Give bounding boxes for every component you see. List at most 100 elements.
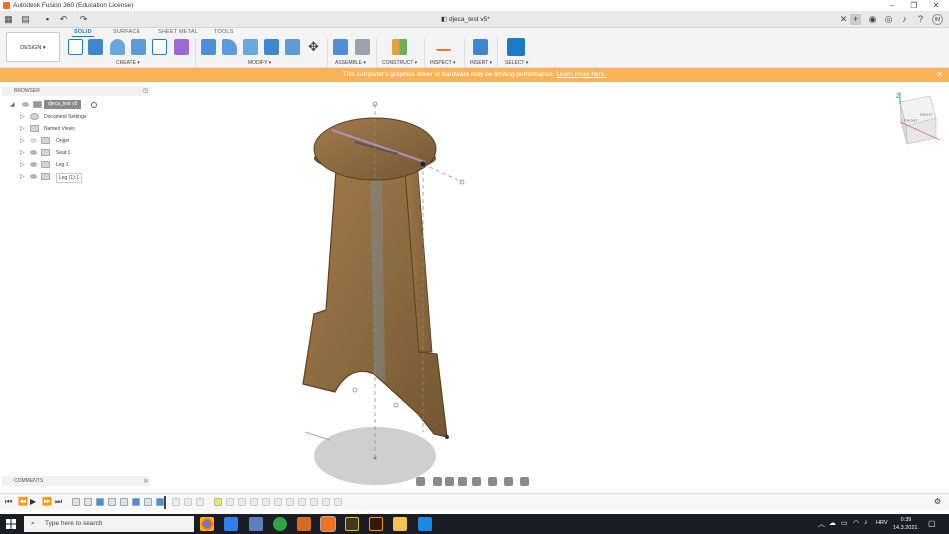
step-forward-icon[interactable]: ⏩ — [42, 497, 52, 507]
zoom-icon[interactable] — [458, 477, 467, 486]
browser-header[interactable]: BROWSER ◫ — [2, 87, 150, 96]
browser-item[interactable]: ▷ Leg:1 — [0, 160, 150, 170]
app-icon[interactable] — [249, 517, 263, 531]
close-button[interactable]: ✕ — [926, 0, 946, 11]
network-icon[interactable]: ▭ — [841, 519, 848, 527]
redo-icon[interactable]: ↷ — [78, 14, 89, 25]
app-icon[interactable] — [297, 517, 311, 531]
combine-icon[interactable] — [264, 39, 279, 55]
timeline-feature[interactable] — [274, 498, 282, 506]
expand-arrow-icon[interactable]: ▷ — [20, 172, 25, 182]
go-to-end-icon[interactable]: ⏭ — [55, 497, 62, 507]
visibility-eye-icon[interactable] — [30, 174, 37, 179]
visibility-eye-icon[interactable] — [30, 162, 37, 167]
construct-plane-icon[interactable] — [392, 39, 407, 55]
taskbar-search-input[interactable]: ⌕ Type here to search — [24, 516, 194, 532]
browser-item[interactable]: ▷ Origin — [0, 136, 150, 146]
split-body-icon[interactable] — [285, 39, 300, 55]
timeline-feature[interactable] — [250, 498, 258, 506]
insert-group-label[interactable]: INSERT ▾ — [470, 60, 492, 66]
move-icon[interactable]: ✥ — [306, 39, 321, 55]
select-icon[interactable] — [507, 38, 525, 56]
new-component-icon[interactable] — [333, 39, 348, 55]
minimize-button[interactable]: – — [882, 0, 902, 11]
visibility-eye-icon[interactable] — [30, 138, 37, 143]
expand-arrow-icon[interactable]: ▷ — [20, 160, 25, 170]
notifications-icon[interactable]: ♪ — [899, 14, 910, 25]
new-tab-icon[interactable]: + — [850, 14, 861, 25]
expand-arrow-icon[interactable]: ▷ — [20, 124, 25, 134]
tab-tools[interactable]: TOOLS — [214, 29, 234, 35]
play-icon[interactable]: ▶ — [30, 497, 36, 507]
extensions-icon[interactable]: ◉ — [867, 14, 878, 25]
windows-start-icon[interactable] — [6, 519, 16, 529]
display-settings-icon[interactable] — [488, 477, 497, 486]
visibility-eye-icon[interactable] — [22, 102, 29, 107]
browser-item[interactable]: ▷ Leg (1):1 — [0, 172, 150, 183]
save-icon[interactable]: ▪ — [42, 14, 53, 25]
timeline-feature[interactable] — [226, 498, 234, 506]
timeline-feature[interactable] — [144, 498, 152, 506]
collapse-arrow-icon[interactable]: ◢ — [10, 100, 15, 110]
assemble-group-label[interactable]: ASSEMBLE ▾ — [335, 60, 366, 66]
select-group-label[interactable]: SELECT ▾ — [505, 60, 528, 66]
expand-arrow-icon[interactable]: ▷ — [20, 148, 25, 158]
illustrator-icon[interactable] — [369, 517, 383, 531]
chrome-icon[interactable] — [200, 517, 214, 531]
timeline-marker[interactable] — [164, 496, 166, 509]
timeline-feature[interactable] — [108, 498, 116, 506]
learn-more-link[interactable]: Learn more here. — [556, 71, 606, 78]
look-at-icon[interactable] — [433, 477, 442, 486]
job-status-icon[interactable]: ◎ — [883, 14, 894, 25]
joint-icon[interactable] — [355, 39, 370, 55]
wifi-icon[interactable]: ◠ — [853, 519, 859, 527]
pin-icon[interactable]: ◫ — [143, 87, 148, 96]
mail-icon[interactable] — [418, 517, 432, 531]
timeline-feature[interactable] — [298, 498, 306, 506]
timeline-feature[interactable] — [96, 498, 104, 506]
timeline-feature[interactable] — [184, 498, 192, 506]
timeline-feature[interactable] — [322, 498, 330, 506]
press-pull-icon[interactable] — [201, 39, 216, 55]
timeline-settings-icon[interactable]: ⚙ — [934, 497, 941, 507]
close-tab-icon[interactable]: ✕ — [838, 14, 849, 25]
hole-icon[interactable] — [131, 39, 146, 55]
notification-center-icon[interactable]: ▢ — [928, 519, 936, 528]
insert-image-icon[interactable] — [473, 39, 488, 55]
fit-icon[interactable] — [472, 477, 481, 486]
close-icon[interactable]: ✕ — [936, 68, 943, 82]
app-icon[interactable] — [273, 517, 287, 531]
step-back-icon[interactable]: ⏪ — [18, 497, 28, 507]
timeline-feature[interactable] — [310, 498, 318, 506]
timeline-feature[interactable] — [172, 498, 180, 506]
timeline-feature[interactable] — [156, 498, 164, 506]
document-tab[interactable]: ◧ djeca_test v5* — [441, 14, 490, 25]
create-sketch-icon[interactable] — [68, 39, 83, 55]
tab-solid[interactable]: SOLID — [72, 29, 94, 37]
browser-root-item[interactable]: ◢ djeca_test v5 — [0, 100, 150, 110]
tab-sheet-metal[interactable]: SHEET METAL — [158, 29, 198, 35]
fusion-360-taskbar-icon[interactable] — [320, 516, 336, 532]
inspect-group-label[interactable]: INSPECT ▾ — [430, 60, 455, 66]
timeline-feature[interactable] — [238, 498, 246, 506]
timeline-feature[interactable] — [262, 498, 270, 506]
workspace-switcher[interactable]: DESIGN ▾ — [6, 32, 60, 62]
apps-grid-icon[interactable]: ▦ — [3, 14, 14, 25]
taskbar-clock[interactable]: 0:39 14.3.2021. — [890, 516, 922, 532]
construct-group-label[interactable]: CONSTRUCT ▾ — [382, 60, 417, 66]
modify-group-label[interactable]: MODIFY ▾ — [248, 60, 271, 66]
measure-icon[interactable] — [436, 42, 451, 51]
tray-chevron-icon[interactable]: ︿ — [818, 519, 825, 529]
timeline-feature[interactable] — [334, 498, 342, 506]
timeline-feature[interactable] — [132, 498, 140, 506]
comments-panel[interactable]: COMMENTS ◎ — [2, 476, 150, 486]
file-menu-icon[interactable]: ▤ — [20, 14, 31, 25]
help-icon[interactable]: ? — [915, 14, 926, 25]
chamfer-icon[interactable] — [243, 39, 258, 55]
create-group-label[interactable]: CREATE ▾ — [116, 60, 140, 66]
extrude-icon[interactable] — [88, 39, 103, 55]
pan-icon[interactable] — [445, 477, 454, 486]
browser-item[interactable]: ▷ Named Views — [0, 124, 150, 134]
file-explorer-icon[interactable] — [393, 517, 407, 531]
volume-icon[interactable]: ♪ — [864, 519, 868, 526]
